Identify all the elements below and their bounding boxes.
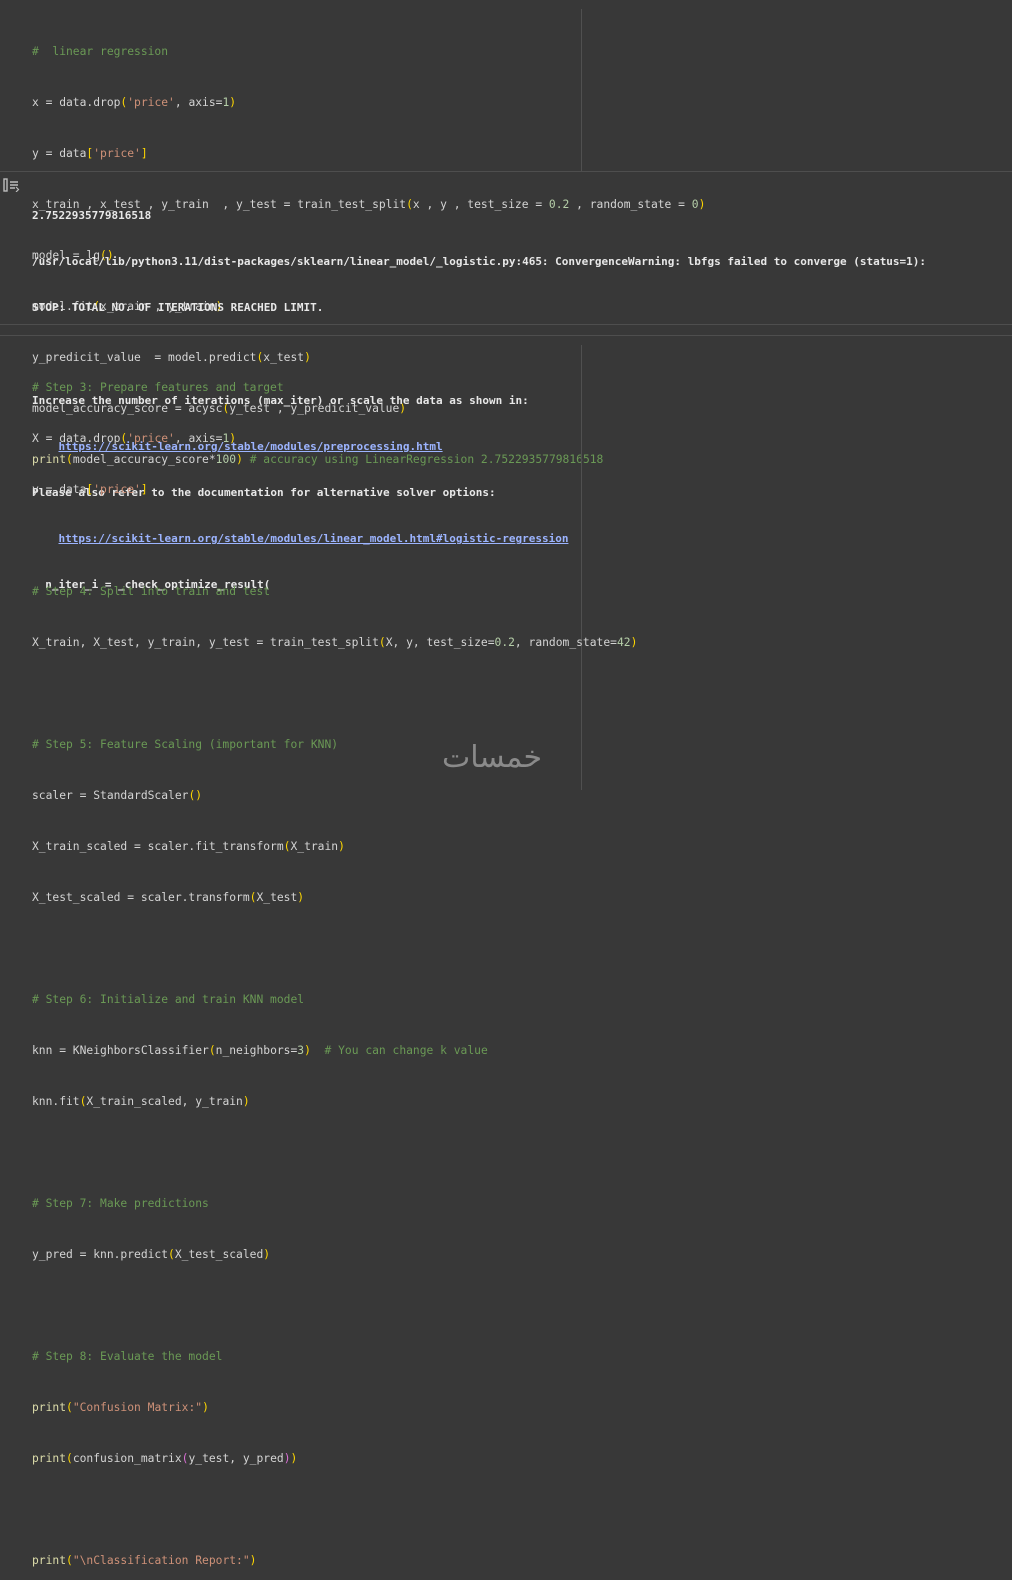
code-line: y = data['price']: [32, 483, 148, 496]
code-line: x = data.drop('price', axis=1): [32, 96, 237, 109]
code-line: # Step 8: Evaluate the model: [32, 1350, 223, 1363]
output-line: /usr/local/lib/python3.11/dist-packages/…: [32, 255, 927, 269]
code-cell-2[interactable]: # Step 3: Prepare features and target X …: [0, 345, 1012, 1567]
code-line: knn = KNeighborsClassifier(n_neighbors=3…: [32, 1044, 488, 1057]
code-line: # Step 5: Feature Scaling (important for…: [32, 738, 339, 751]
code-line: print("\nClassification Report:"): [32, 1554, 257, 1567]
code-line: X_test_scaled = scaler.transform(X_test): [32, 891, 305, 904]
code-line: print("Confusion Matrix:"): [32, 1401, 209, 1414]
cell-separator: [0, 171, 1012, 172]
code-line: y = data['price']: [32, 147, 148, 160]
code-line: print(confusion_matrix(y_test, y_pred)): [32, 1452, 298, 1465]
cell-separator: [0, 324, 1012, 325]
cell-separator: [0, 335, 1012, 336]
code-line: # Step 6: Initialize and train KNN model: [32, 993, 305, 1006]
code-line: X_train_scaled = scaler.fit_transform(X_…: [32, 840, 345, 853]
output-line: STOP: TOTAL NO. OF ITERATIONS REACHED LI…: [32, 301, 324, 315]
code-line: y_pred = knn.predict(X_test_scaled): [32, 1248, 271, 1261]
code-line: # Step 4: Split into train and test: [32, 585, 271, 598]
code-line: # linear regression: [32, 45, 169, 58]
code-line: # Step 7: Make predictions: [32, 1197, 209, 1210]
khamsat-watermark: خمسات: [442, 740, 543, 775]
code-cell-1[interactable]: # linear regression x = data.drop('price…: [0, 9, 1012, 466]
output-line: 2.7522935779816518: [32, 208, 152, 222]
code-line: X = data.drop('price', axis=1): [32, 432, 237, 445]
code-line: # Step 3: Prepare features and target: [32, 381, 284, 394]
code-line: X_train, X_test, y_train, y_test = train…: [32, 636, 638, 649]
code-editor-2[interactable]: # Step 3: Prepare features and target X …: [32, 345, 637, 1580]
output-area-1: 2.7522935779816518 /usr/local/lib/python…: [0, 177, 1012, 592]
code-line: knn.fit(X_train_scaled, y_train): [32, 1095, 250, 1108]
